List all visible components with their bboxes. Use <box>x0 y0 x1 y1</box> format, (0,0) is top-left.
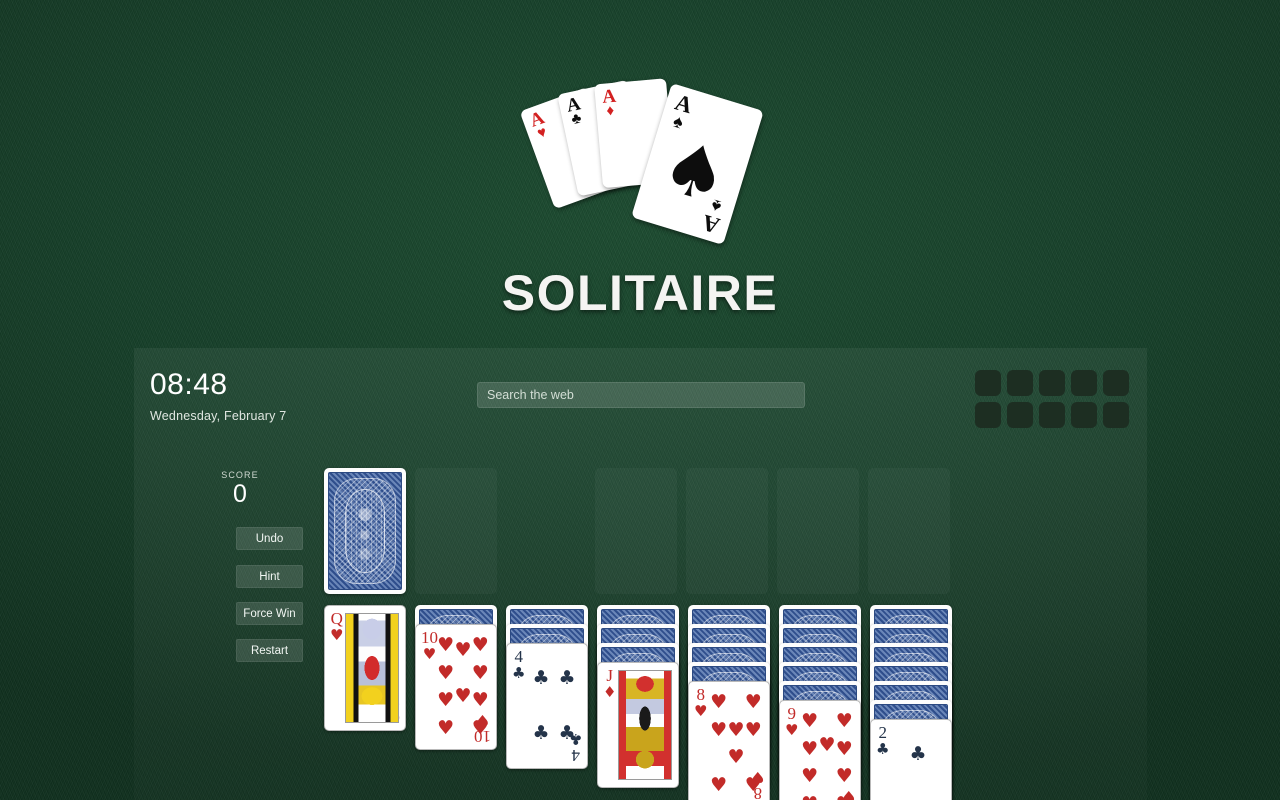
card-rank: 4 <box>514 647 523 666</box>
heart-icon: ♥ <box>694 702 708 720</box>
foundation-slot-3[interactable] <box>777 468 859 594</box>
spade-icon-large: ♠ <box>651 122 739 222</box>
tableau-card-4-of-clubs[interactable]: 4 ♣ 4 ♣ ♣ ♣ ♣ ♣ <box>506 643 588 769</box>
heart-icon: ♥ <box>330 626 344 644</box>
hero-header: A ♥ A ♣ A ♦ A ♠ ♠ A ♠ SOLITAIRE <box>0 0 1280 348</box>
tableau-card-2-of-clubs[interactable]: 2 ♣ 2 ♣ ♣ ♣ <box>870 719 952 800</box>
card-rank: 2 <box>878 723 887 742</box>
card-table: Q ♥ Q ♥ 10 ♥ 10 ♥ ♥♥ ♥♥ ♥♥ ♥ <box>134 348 1147 800</box>
club-icon: ♣ <box>512 664 526 682</box>
page-title: SOLITAIRE <box>501 265 779 321</box>
tableau-card-9-of-hearts[interactable]: 9 ♥ 9 ♥ ♥♥ ♥♥ ♥ ♥♥ ♥♥ <box>779 700 861 800</box>
card-rank: 9 <box>787 704 796 723</box>
heart-icon: ♥ <box>785 721 799 739</box>
diamond-icon: ♦ <box>603 683 617 701</box>
game-panel: 08:48 Wednesday, February 7 SCORE 0 Undo… <box>134 348 1147 800</box>
card-rank: 8 <box>696 685 705 704</box>
court-figure-jack <box>618 670 672 780</box>
card-pips: ♥♥ ♥♥ ♥ ♥♥ ♥♥ <box>801 710 853 800</box>
tableau-card-10-of-hearts[interactable]: 10 ♥ 10 ♥ ♥ ♥ ♥ ♥ ♥ ♥ ♥ ♥ ♥ ♥ <box>415 624 497 750</box>
four-aces-logo-icon: A ♥ A ♣ A ♦ A ♠ ♠ A ♠ <box>519 55 764 246</box>
foundation-slot-2[interactable] <box>686 468 768 594</box>
stock-pile[interactable] <box>324 468 406 594</box>
card-pips: ♣ ♣ <box>909 743 927 800</box>
tableau-card-8-of-hearts[interactable]: 8 ♥ 8 ♥ ♥ ♥ ♥ ♥ ♥ ♥ ♥ ♥ <box>688 681 770 800</box>
tableau-card-queen-of-hearts[interactable]: Q ♥ Q ♥ <box>324 605 406 731</box>
heart-icon: ♥ <box>535 124 550 143</box>
foundation-slot-1[interactable] <box>595 468 677 594</box>
foundation-slot-4[interactable] <box>868 468 950 594</box>
club-icon: ♣ <box>876 740 890 758</box>
card-pips: ♥ ♥ ♥ ♥ ♥ ♥ ♥ ♥ <box>710 691 762 796</box>
card-pips: ♥ ♥ ♥ ♥ ♥ ♥ ♥ ♥ ♥ ♥ <box>437 634 489 739</box>
waste-pile[interactable] <box>415 468 497 594</box>
court-figure-queen <box>345 613 399 723</box>
heart-icon: ♥ <box>422 645 437 663</box>
card-pips: ♣ ♣ ♣ ♣ <box>532 667 576 744</box>
card-rank: Q <box>330 609 343 628</box>
card-rank: J <box>606 666 614 685</box>
tableau-card-jack-of-diamonds[interactable]: J ♦ J ♦ <box>597 662 679 788</box>
card-rank: 10 <box>421 628 438 647</box>
